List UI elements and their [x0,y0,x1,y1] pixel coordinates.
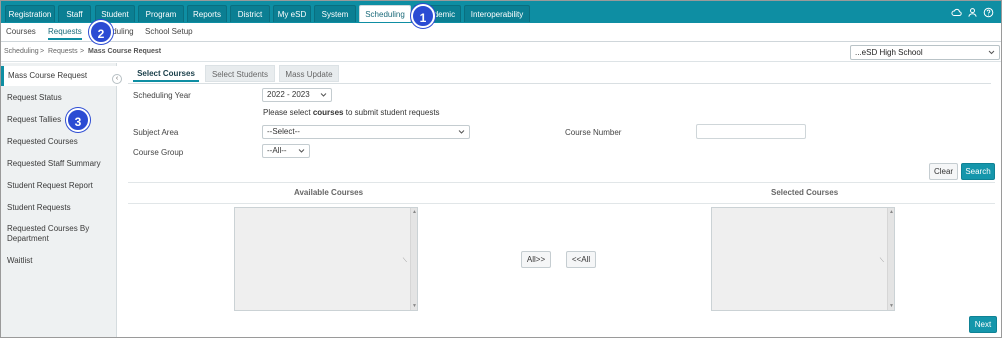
resize-grip-icon[interactable]: ⟍ [880,258,884,265]
subnav-courses[interactable]: Courses [6,27,36,36]
sidebar: Mass Course Request Request Status Reque… [1,63,117,337]
course-group-select[interactable]: --All-- [262,144,310,158]
breadcrumb-separator: > [40,48,45,55]
tab-mass-update[interactable]: Mass Update [279,65,339,82]
main-content: Select Courses Select Students Mass Upda… [118,63,1001,337]
breadcrumb-requests[interactable]: Requests [48,48,78,55]
scrollbar[interactable]: ▲ ▼ [887,208,894,310]
instruction-note-pre: Please select [263,108,313,117]
tab-my-esd[interactable]: My eSD [273,5,311,22]
scroll-down-icon[interactable]: ▼ [412,303,417,309]
scroll-down-icon[interactable]: ▼ [889,303,894,309]
callout-badge-3: 3 [66,108,90,132]
scrollbar[interactable]: ▲ ▼ [410,208,417,310]
subject-area-select[interactable]: --Select-- [262,125,470,139]
selected-courses-list[interactable]: ▲ ▼ ⟍ [711,207,895,311]
school-select[interactable]: ...eSD High School [850,45,1000,60]
tab-staff[interactable]: Staff [58,5,91,22]
search-button[interactable]: Search [961,163,995,180]
chevron-down-icon [458,126,465,138]
tab-select-students[interactable]: Select Students [205,65,275,82]
chevron-left-icon: ‹ [115,75,119,82]
tab-district[interactable]: District [230,5,270,22]
tab-program[interactable]: Program [138,5,184,22]
callout-badge-2: 2 [89,20,113,44]
tab-interoperability[interactable]: Interoperability [464,5,530,22]
sidebar-item-requested-courses[interactable]: Requested Courses [1,137,117,147]
sub-nav: Courses Requests Scheduling School Setup [1,23,1001,42]
chevron-down-icon [988,46,995,59]
tab-divider [128,83,991,84]
sidebar-collapse-button[interactable]: ‹ [112,74,122,84]
subject-area-value: --Select-- [267,127,300,136]
course-number-input[interactable] [696,124,806,139]
scroll-up-icon[interactable]: ▲ [889,209,894,215]
callout-badge-1: 1 [411,4,435,28]
course-number-label: Course Number [565,128,622,137]
instruction-note: Please select courses to submit student … [263,108,440,117]
clear-button[interactable]: Clear [929,163,958,180]
sidebar-item-request-status[interactable]: Request Status [1,93,117,103]
subject-area-label: Subject Area [133,128,179,137]
section-divider [128,182,995,183]
next-button[interactable]: Next [969,316,997,333]
sidebar-item-student-requests[interactable]: Student Requests [1,203,117,213]
subnav-school-setup[interactable]: School Setup [145,27,193,36]
tab-registration[interactable]: Registration [5,5,55,22]
breadcrumb-current: Mass Course Request [88,48,162,55]
chevron-down-icon [320,89,327,101]
cloud-icon[interactable] [951,7,962,18]
instruction-note-bold: courses [312,108,344,117]
tab-select-courses[interactable]: Select Courses [133,65,199,82]
scheduling-year-value: 2022 - 2023 [267,90,310,99]
scheduling-year-select[interactable]: 2022 - 2023 [262,88,332,102]
list-header-divider [128,203,995,204]
scheduling-year-label: Scheduling Year [133,91,191,100]
breadcrumb-separator: > [80,48,85,55]
move-all-left-button[interactable]: <<All [566,251,596,268]
available-courses-header: Available Courses [294,188,364,197]
sidebar-item-requested-staff-summary[interactable]: Requested Staff Summary [1,159,117,169]
user-icon[interactable] [967,7,978,18]
breadcrumb-bar: Scheduling > Requests > Mass Course Requ… [1,43,1001,62]
move-all-right-button[interactable]: All>> [521,251,551,268]
tab-reports[interactable]: Reports [187,5,227,22]
sidebar-item-request-tallies[interactable]: Request Tallies [1,115,117,125]
breadcrumb-scheduling[interactable]: Scheduling [4,48,39,55]
help-icon[interactable] [983,7,994,18]
selected-courses-header: Selected Courses [771,188,839,197]
tab-system[interactable]: System [314,5,356,22]
subnav-requests[interactable]: Requests [48,27,82,40]
sidebar-item-mass-course-request[interactable]: Mass Course Request [1,66,117,86]
tab-scheduling[interactable]: Scheduling [359,5,411,22]
chevron-down-icon [298,145,305,157]
sidebar-item-waitlist[interactable]: Waitlist [1,256,117,266]
sidebar-item-student-request-report[interactable]: Student Request Report [1,181,117,191]
resize-grip-icon[interactable]: ⟍ [403,258,407,265]
top-nav: Registration Staff Student Program Repor… [1,1,1001,23]
school-select-value: ...eSD High School [855,48,923,57]
instruction-note-post: to submit student requests [343,108,440,117]
scroll-up-icon[interactable]: ▲ [412,209,417,215]
course-group-label: Course Group [133,148,184,157]
sidebar-item-requested-courses-by-department[interactable]: Requested Courses By Department [1,224,101,244]
available-courses-list[interactable]: ▲ ▼ ⟍ [234,207,418,311]
course-group-value: --All-- [267,146,287,155]
